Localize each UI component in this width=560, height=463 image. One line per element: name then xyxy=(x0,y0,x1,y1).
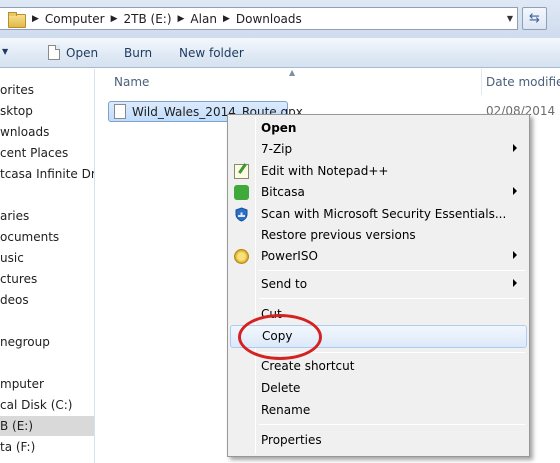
menu-item-scan-mse[interactable]: Scan with Microsoft Security Essentials.… xyxy=(230,204,527,225)
nav-item-downloads[interactable]: wnloads xyxy=(0,122,49,142)
breadcrumb-drive[interactable]: 2TB (E:) xyxy=(124,12,172,26)
column-header-date-modified[interactable]: Date modified xyxy=(486,69,560,95)
menu-separator xyxy=(259,352,525,353)
breadcrumb-chevron-icon[interactable]: ▶ xyxy=(223,14,230,24)
submenu-arrow-icon xyxy=(513,251,517,259)
address-bar-area: ▶ Computer ▶ 2TB (E:) ▶ Alan ▶ Downloads… xyxy=(0,0,560,38)
sort-ascending-icon: ▲ xyxy=(289,68,296,77)
breadcrumb-alan[interactable]: Alan xyxy=(190,12,217,26)
organize-dropdown-icon[interactable]: ▼ xyxy=(2,47,8,56)
bitcasa-icon xyxy=(234,185,249,200)
menu-item-delete[interactable]: Delete xyxy=(230,378,527,399)
nav-item-homegroup[interactable]: negroup xyxy=(0,332,50,352)
breadcrumb-chevron-icon[interactable]: ▶ xyxy=(111,14,118,24)
nav-item-music[interactable]: usic xyxy=(0,248,24,268)
menu-item-label: Edit with Notepad++ xyxy=(261,164,389,178)
nav-item-computer[interactable]: mputer xyxy=(0,374,44,394)
menu-item-cut[interactable]: Cut xyxy=(230,304,527,325)
breadcrumb-chevron-icon[interactable]: ▶ xyxy=(178,14,185,24)
file-icon xyxy=(114,104,126,119)
menu-item-label: Copy xyxy=(262,329,293,343)
menu-item-label: Scan with Microsoft Security Essentials.… xyxy=(261,207,507,221)
menu-item-label: Rename xyxy=(261,403,311,417)
submenu-arrow-icon xyxy=(513,279,517,287)
menu-item-label: Cut xyxy=(261,307,282,321)
nav-item-2tb-e[interactable]: B (E:) xyxy=(0,416,94,436)
menu-item-rename[interactable]: Rename xyxy=(230,400,527,421)
nav-item-favorites[interactable]: orites xyxy=(0,80,34,100)
address-dropdown-icon[interactable]: ▼ xyxy=(502,7,518,30)
nav-item-recent-places[interactable]: cent Places xyxy=(0,143,68,163)
column-header-name[interactable]: Name xyxy=(114,69,149,95)
menu-item-poweriso[interactable]: PowerISO xyxy=(230,246,527,267)
breadcrumb-chevron-icon[interactable]: ▶ xyxy=(32,14,39,24)
menu-item-label: Delete xyxy=(261,381,301,395)
menu-item-create-shortcut[interactable]: Create shortcut xyxy=(230,356,527,377)
menu-item-edit-notepadpp[interactable]: Edit with Notepad++ xyxy=(230,161,527,182)
nav-item-bitcasa[interactable]: tcasa Infinite Drive xyxy=(0,164,94,184)
open-button[interactable]: Open xyxy=(48,45,98,60)
menu-separator xyxy=(259,298,525,299)
menu-separator xyxy=(259,424,525,425)
nav-item-pictures[interactable]: ctures xyxy=(0,269,37,289)
menu-item-bitcasa[interactable]: Bitcasa xyxy=(230,182,527,203)
nav-item-libraries[interactable]: aries xyxy=(0,206,29,226)
menu-separator xyxy=(259,270,525,271)
menu-item-restore-previous-versions[interactable]: Restore previous versions xyxy=(230,225,527,246)
menu-item-label: Open xyxy=(261,121,297,135)
menu-item-label: PowerISO xyxy=(261,249,318,263)
new-folder-button[interactable]: New folder xyxy=(179,46,244,60)
column-divider[interactable] xyxy=(481,69,482,95)
submenu-arrow-icon xyxy=(513,144,517,152)
menu-item-copy[interactable]: Copy xyxy=(230,325,527,348)
burn-button[interactable]: Burn xyxy=(124,46,152,60)
nav-item-local-disk-c[interactable]: cal Disk (C:) xyxy=(0,395,72,415)
menu-item-label: Send to xyxy=(261,277,308,291)
menu-item-send-to[interactable]: Send to xyxy=(230,274,527,295)
poweriso-icon xyxy=(234,249,249,264)
address-bar[interactable]: ▶ Computer ▶ 2TB (E:) ▶ Alan ▶ Downloads xyxy=(0,7,518,30)
refresh-icon: ⇆ xyxy=(529,11,540,26)
security-essentials-icon xyxy=(234,207,249,222)
navigation-pane: orites sktop wnloads cent Places tcasa I… xyxy=(0,69,95,463)
menu-item-label: 7-Zip xyxy=(261,142,293,156)
submenu-arrow-icon xyxy=(513,187,517,195)
menu-item-label: Restore previous versions xyxy=(261,228,416,242)
open-file-icon xyxy=(48,45,60,60)
menu-item-properties[interactable]: Properties xyxy=(230,430,527,451)
refresh-button[interactable]: ⇆ xyxy=(522,7,547,30)
nav-item-videos[interactable]: deos xyxy=(0,290,29,310)
menu-item-label: Create shortcut xyxy=(261,359,355,373)
menu-item-7zip[interactable]: 7-Zip xyxy=(230,139,527,160)
menu-item-open[interactable]: Open xyxy=(230,118,527,139)
breadcrumb-downloads[interactable]: Downloads xyxy=(236,12,302,26)
breadcrumb-computer[interactable]: Computer xyxy=(45,12,105,26)
nav-item-data-f[interactable]: ta (F:) xyxy=(0,437,35,457)
nav-item-desktop[interactable]: sktop xyxy=(0,101,33,121)
notepadpp-icon xyxy=(234,164,249,179)
menu-item-label: Properties xyxy=(261,433,322,447)
command-toolbar: ▼ Open Burn New folder xyxy=(0,38,560,68)
nav-item-documents[interactable]: ocuments xyxy=(0,227,59,247)
context-menu: Open 7-Zip Edit with Notepad++ Bitcasa S… xyxy=(227,114,530,457)
menu-item-label: Bitcasa xyxy=(261,185,305,199)
open-button-label: Open xyxy=(66,45,99,60)
folder-icon xyxy=(8,11,26,28)
